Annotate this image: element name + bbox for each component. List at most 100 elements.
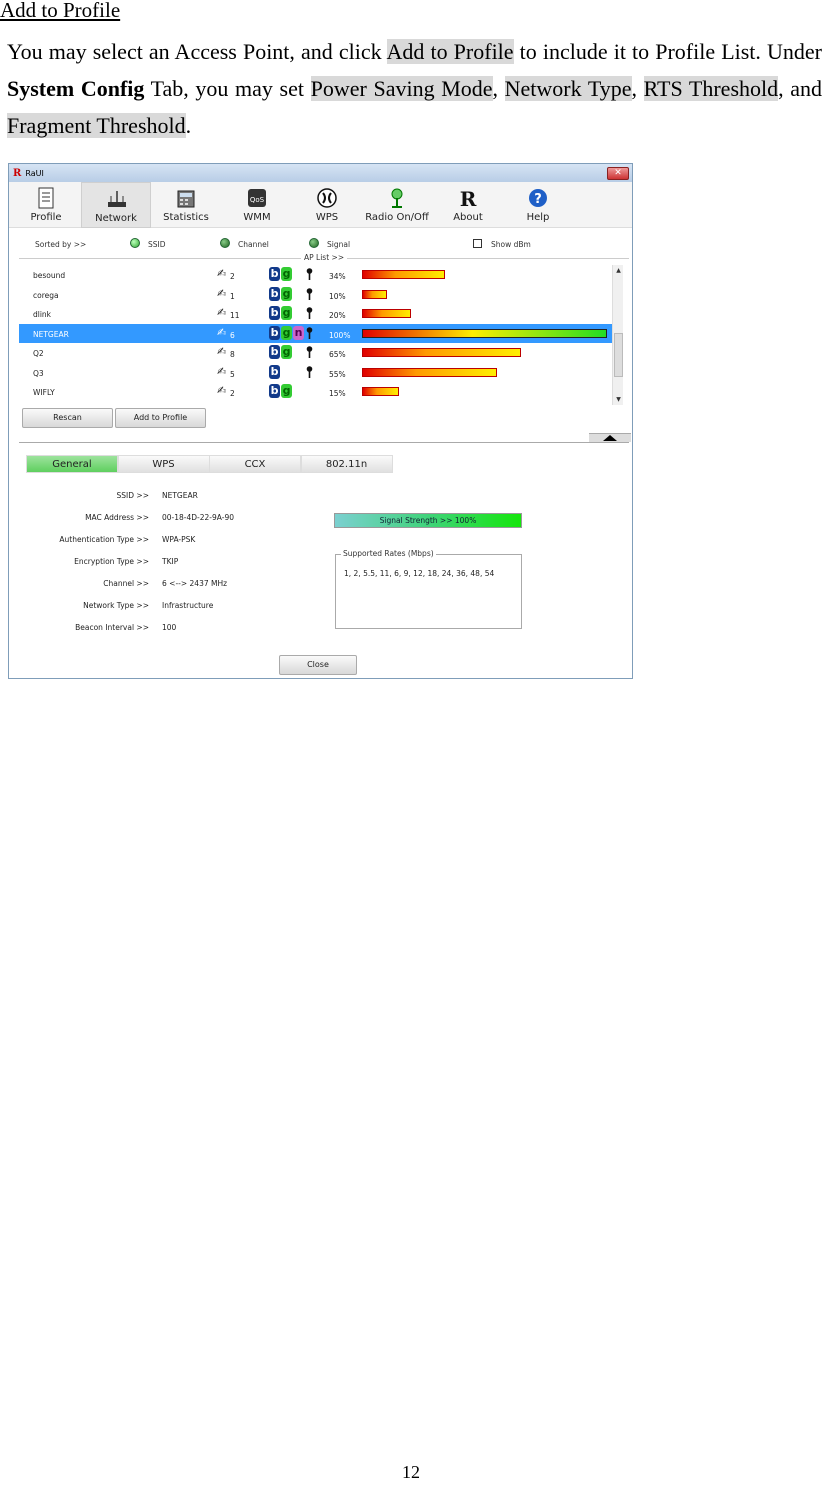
ui-term-highlight: Add to Profile [386,39,514,64]
show-dbm-label: Show dBm [491,240,531,249]
rescan-button[interactable]: Rescan [22,408,113,428]
channel-icon: ✍ [217,364,227,378]
encryption-key-icon [306,268,313,280]
window-title: RaUI [25,168,44,178]
ap-list-row[interactable]: Q3 ✍ 5 b 55% [19,363,619,383]
ap-list-row[interactable]: besound ✍ 2 b g 34% [19,265,619,285]
add-to-profile-button[interactable]: Add to Profile [115,408,206,428]
close-button[interactable]: Close [279,655,357,675]
ap-signal-bar [362,309,411,318]
paragraph-text: , [492,76,505,101]
toolbar-wps-button[interactable]: WPS [292,182,362,228]
ap-signal-percent: 34% [329,272,346,281]
ui-term-highlight: Power Saving Mode [310,76,493,101]
toolbar-label: Profile [30,212,62,223]
toolbar-statistics-button[interactable]: Statistics [151,182,221,228]
signal-strength-bar: Signal Strength >> 100% [334,513,522,528]
ap-signal-percent: 65% [329,350,346,359]
tab-802-11n[interactable]: 802.11n [300,455,393,473]
mode-b-icon: b [269,267,280,281]
detail-label: SSID >> [116,491,149,500]
scroll-down-icon[interactable]: ▼ [613,396,624,403]
collapse-button[interactable] [589,433,631,442]
ap-channel: 8 [230,350,235,359]
channel-icon: ✍ [217,286,227,300]
bold-term: System Config [7,76,145,101]
ap-ssid: besound [33,271,66,280]
detail-value: 100 [162,623,177,632]
ap-list-row[interactable]: NETGEAR ✍ 6 b g n 100% [19,323,619,343]
mode-b-icon: b [269,306,280,320]
tab-general[interactable]: General [26,455,118,473]
ap-list-row[interactable]: corega ✍ 1 b g 10% [19,285,619,305]
ap-signal-percent: 100% [329,330,351,340]
sort-ssid-label: SSID [148,240,166,249]
sort-signal-label: Signal [327,240,351,249]
svg-text:R: R [460,187,477,209]
channel-icon: ✍ [217,267,227,280]
detail-value: 00-18-4D-22-9A-90 [162,513,234,522]
toolbar-wmm-button[interactable]: QoS WMM [222,182,292,228]
sort-channel-radio[interactable] [220,238,230,248]
title-bar: R RaUI [9,164,632,182]
scroll-up-icon[interactable]: ▲ [613,267,624,274]
scroll-thumb[interactable] [614,333,623,377]
ap-list-row[interactable]: dlink ✍ 11 b g 20% [19,304,619,324]
encryption-key-icon [306,326,313,339]
window-close-button[interactable]: ✕ [607,167,629,180]
toolbar-help-button[interactable]: ? Help [503,182,573,228]
ap-signal-bar [362,328,607,338]
svg-text:?: ? [534,192,542,207]
detail-label: Authentication Type >> [59,535,149,544]
section-heading: Add to Profile [0,0,121,22]
toolbar-radio-on-off-button[interactable]: Radio On/Off [362,182,432,228]
toolbar-profile-button[interactable]: Profile [11,182,81,228]
show-dbm-checkbox[interactable] [473,239,482,248]
paragraph-text: , and [778,76,822,101]
channel-icon: ✍ [217,306,227,319]
profile-icon [36,187,56,209]
mode-g-icon: g [281,325,292,340]
channel-icon: ✍ [217,325,227,339]
encryption-key-icon [306,365,313,378]
ap-list-scrollbar[interactable]: ▲ ▼ [612,265,623,405]
ap-channel: 2 [230,272,235,281]
tab-ccx[interactable]: CCX [209,455,301,473]
ap-signal-bar [362,367,497,377]
tab-wps[interactable]: WPS [117,455,210,473]
ap-list-label: AP List >> [301,253,348,262]
sorted-by-label: Sorted by >> [35,240,87,249]
network-icon [107,188,127,210]
toolbar-about-button[interactable]: R About [433,182,503,228]
statistics-icon [176,187,196,209]
encryption-key-icon [306,287,313,300]
ap-list: besound ✍ 2 b g 34% corega ✍ 1 b g 10% dlink ✍ 11 b g 20%… [19,265,623,405]
paragraph-text: , [631,76,644,101]
toolbar-label: Statistics [163,212,209,223]
ap-list-row[interactable]: Q2 ✍ 8 b g 65% [19,343,619,363]
supported-rates-label: Supported Rates (Mbps) [341,549,436,558]
detail-label: Channel >> [103,579,149,588]
about-icon: R [458,187,478,211]
ap-signal-bar [362,289,387,299]
ap-ssid: dlink [33,310,52,319]
detail-tabs: General WPS CCX 802.11n [26,455,393,473]
ap-ssid: NETGEAR [33,329,69,339]
ralink-logo-icon: R [13,167,22,179]
collapse-arrow-icon [603,435,617,441]
ap-signal-percent: 55% [329,369,346,379]
ap-ssid: corega [33,290,59,300]
detail-value: NETGEAR [162,491,198,500]
mode-g-icon: g [281,306,292,320]
mode-b-icon: b [269,286,280,301]
sort-ssid-radio[interactable] [130,238,140,248]
sort-signal-radio[interactable] [309,238,319,248]
ap-list-row[interactable]: WIFLY ✍ 2 b g 15% [19,382,619,402]
toolbar-network-button[interactable]: Network [81,182,151,228]
ap-channel: 6 [230,330,235,340]
detail-label: MAC Address >> [85,513,149,522]
ui-term-highlight: Network Type [504,76,632,101]
toolbar: Profile Network Statistics QoS WMM WPS Radio O… [9,182,632,228]
encryption-key-icon [306,346,313,358]
toolbar-label: WPS [315,212,339,223]
